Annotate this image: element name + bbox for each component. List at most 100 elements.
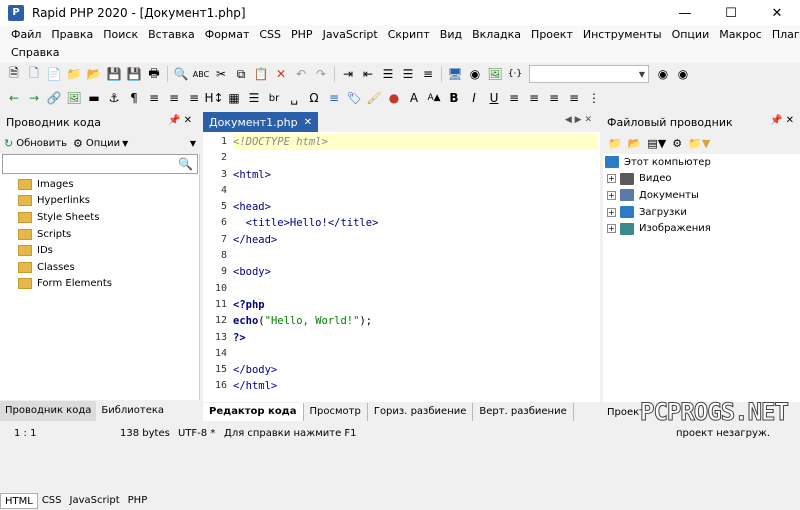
gear-icon[interactable]: ⚙: [672, 137, 682, 150]
format-icon[interactable]: ≡: [419, 65, 437, 83]
lang-tab[interactable]: HTML: [0, 493, 38, 509]
expand-icon[interactable]: +: [607, 190, 616, 200]
maximize-button[interactable]: ☐: [708, 0, 754, 26]
view-tab[interactable]: Верт. разбиение: [473, 403, 574, 421]
align-right-icon[interactable]: ≡: [545, 89, 563, 107]
menu-item[interactable]: Вид: [435, 26, 467, 44]
view-tab[interactable]: Редактор кода: [203, 403, 304, 421]
code-icon[interactable]: {·}: [506, 65, 524, 83]
paste-icon[interactable]: 📋: [252, 65, 270, 83]
search-icon[interactable]: 🔍: [172, 65, 190, 83]
lang-tab[interactable]: CSS: [38, 493, 66, 509]
unordered-list-icon[interactable]: ≡: [145, 89, 163, 107]
menu-item[interactable]: Опции: [667, 26, 715, 44]
menu-item[interactable]: Файл: [6, 26, 46, 44]
more-options-icon[interactable]: ⋮: [585, 89, 603, 107]
search-combo[interactable]: ▼: [529, 65, 649, 83]
line-break-icon[interactable]: br: [265, 89, 283, 107]
tree-item[interactable]: Form Elements: [18, 276, 112, 293]
view-tab[interactable]: Гориз. разбиение: [368, 403, 474, 421]
gear-icon[interactable]: ⚙: [73, 137, 83, 150]
anchor-icon[interactable]: ⚓: [105, 89, 123, 107]
encoding[interactable]: UTF-8 *: [178, 428, 215, 439]
expand-icon[interactable]: +: [607, 207, 616, 217]
new-file-icon[interactable]: 🗎: [5, 65, 23, 83]
tree-item[interactable]: + Изображения: [603, 220, 800, 237]
new-folder-icon[interactable]: 📁: [65, 65, 83, 83]
menu-item[interactable]: Плагины: [767, 26, 800, 44]
close-button[interactable]: ✕: [754, 0, 800, 26]
underline-icon[interactable]: U: [485, 89, 503, 107]
bottom-tab[interactable]: Проводник кода: [0, 401, 97, 421]
minimize-button[interactable]: —: [662, 0, 708, 26]
lang-tab[interactable]: PHP: [124, 493, 152, 509]
chevron-down-icon[interactable]: ▼: [122, 139, 128, 148]
tree-item[interactable]: Style Sheets: [18, 209, 112, 226]
font-size-icon[interactable]: A▲: [425, 89, 443, 107]
copy-icon[interactable]: ⧉: [232, 65, 250, 83]
options-button[interactable]: Опции: [86, 138, 120, 149]
align-center-icon[interactable]: ≡: [525, 89, 543, 107]
undo-icon[interactable]: ↶: [292, 65, 310, 83]
definition-list-icon[interactable]: ≡: [185, 89, 203, 107]
table-icon[interactable]: ▦: [225, 89, 243, 107]
tree-item[interactable]: Classes: [18, 259, 112, 276]
menu-item[interactable]: Правка: [46, 26, 98, 44]
uncomment-icon[interactable]: ☰: [399, 65, 417, 83]
refresh-button[interactable]: Обновить: [16, 138, 67, 149]
save-all-icon[interactable]: 💾: [125, 65, 143, 83]
expand-icon[interactable]: +: [607, 174, 616, 184]
italic-icon[interactable]: I: [465, 89, 483, 107]
tree-item[interactable]: + Загрузки: [603, 204, 800, 221]
brush-icon[interactable]: 🖌: [365, 89, 383, 107]
horizontal-rule-icon[interactable]: ▬: [85, 89, 103, 107]
comment-icon[interactable]: ☰: [379, 65, 397, 83]
spellcheck-icon[interactable]: ABC: [192, 65, 210, 83]
tag-icon[interactable]: 🏷: [345, 89, 363, 107]
form-icon[interactable]: ☰: [245, 89, 263, 107]
pin-icon[interactable]: 📌 ✕: [770, 115, 794, 126]
tree-item[interactable]: Hyperlinks: [18, 193, 112, 210]
preview-icon[interactable]: 🖥: [446, 65, 464, 83]
find-prev-icon[interactable]: ◉: [674, 65, 692, 83]
menu-item[interactable]: Формат: [200, 26, 255, 44]
tree-root[interactable]: Этот компьютер: [603, 154, 800, 171]
nbsp-icon[interactable]: ␣: [285, 89, 303, 107]
menu-item[interactable]: Макрос: [714, 26, 767, 44]
cut-icon[interactable]: ✂: [212, 65, 230, 83]
menu-item[interactable]: Вставка: [143, 26, 200, 44]
ordered-list-icon[interactable]: ≡: [165, 89, 183, 107]
back-arrow-icon[interactable]: ←: [5, 89, 23, 107]
delete-icon[interactable]: ✕: [272, 65, 290, 83]
print-icon[interactable]: 🖶: [145, 65, 163, 83]
color-picker-icon[interactable]: ●: [385, 89, 403, 107]
omega-icon[interactable]: Ω: [305, 89, 323, 107]
folder-up-icon[interactable]: 📁: [608, 137, 622, 150]
redo-icon[interactable]: ↷: [312, 65, 330, 83]
tree-item[interactable]: Scripts: [18, 226, 112, 243]
search-input[interactable]: 🔍: [2, 154, 198, 174]
tree-item[interactable]: + Видео: [603, 171, 800, 188]
insert-image-icon[interactable]: 🖼: [65, 89, 83, 107]
lang-tab[interactable]: JavaScript: [66, 493, 124, 509]
view-icon[interactable]: ▤▼: [647, 137, 666, 150]
code-area[interactable]: <!DOCTYPE html> <html> <head> <title>Hello…: [233, 134, 598, 400]
bold-icon[interactable]: B: [445, 89, 463, 107]
close-tab-icon[interactable]: ✕: [304, 117, 312, 128]
menu-item[interactable]: Поиск: [98, 26, 143, 44]
menu-item[interactable]: JavaScript: [318, 26, 383, 44]
save-icon[interactable]: 💾: [105, 65, 123, 83]
folder-icon[interactable]: 📁▼: [688, 137, 710, 150]
menu-item[interactable]: PHP: [286, 26, 318, 44]
new-document-icon[interactable]: 🗋: [25, 65, 43, 83]
pin-icon[interactable]: 📌 ✕: [168, 115, 192, 126]
menu-item[interactable]: Вкладка: [467, 26, 526, 44]
outdent-icon[interactable]: ⇤: [359, 65, 377, 83]
search-icon[interactable]: 🔍: [178, 157, 193, 171]
expand-icon[interactable]: +: [607, 224, 616, 234]
tree-item[interactable]: IDs: [18, 242, 112, 259]
tree-item[interactable]: + Документы: [603, 187, 800, 204]
binoculars-icon[interactable]: ◉: [466, 65, 484, 83]
image-icon[interactable]: 🖼: [486, 65, 504, 83]
pilcrow-icon[interactable]: ¶: [125, 89, 143, 107]
